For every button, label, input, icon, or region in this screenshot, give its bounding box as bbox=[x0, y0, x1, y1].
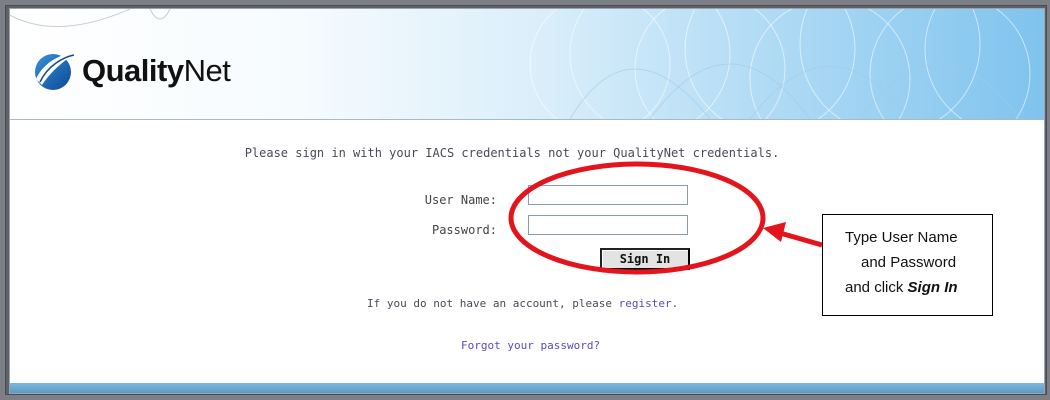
callout-line-2: and Password bbox=[861, 254, 957, 271]
register-prompt: If you do not have an account, please re… bbox=[367, 297, 678, 310]
register-link[interactable]: register bbox=[619, 297, 672, 310]
page-header: Quality Net bbox=[10, 9, 1044, 120]
callout-line-3: and click Sign In bbox=[845, 279, 958, 296]
signin-instruction: Please sign in with your IACS credential… bbox=[244, 146, 780, 160]
browser-frame: Quality Net Please sign in with your IACS… bbox=[5, 5, 1047, 395]
login-window: Quality Net Please sign in with your IACS… bbox=[9, 8, 1045, 394]
callout-line-1: Type User Name bbox=[845, 229, 958, 246]
brand-logo[interactable]: Quality Net bbox=[32, 49, 231, 93]
forgot-password-link[interactable]: Forgot your password? bbox=[461, 339, 600, 352]
brand-name-light: Net bbox=[183, 53, 231, 88]
footer-bar bbox=[10, 383, 1044, 393]
instruction-callout: Type User Name and Password and click Si… bbox=[822, 214, 993, 316]
brand-name-bold: Quality bbox=[82, 53, 184, 88]
register-prefix: If you do not have an account, please bbox=[367, 297, 619, 310]
qualitynet-logo-icon bbox=[35, 52, 76, 90]
register-suffix: . bbox=[671, 297, 679, 310]
password-input[interactable] bbox=[528, 215, 688, 235]
username-label: User Name: bbox=[424, 193, 497, 207]
callout-line-3-prefix: and click bbox=[845, 279, 908, 296]
password-label: Password: bbox=[431, 223, 497, 237]
username-input[interactable] bbox=[528, 185, 688, 205]
signin-button[interactable]: Sign In bbox=[600, 248, 690, 270]
brand-name: Quality Net bbox=[82, 53, 231, 89]
callout-signin-emphasis: Sign In bbox=[907, 279, 958, 296]
